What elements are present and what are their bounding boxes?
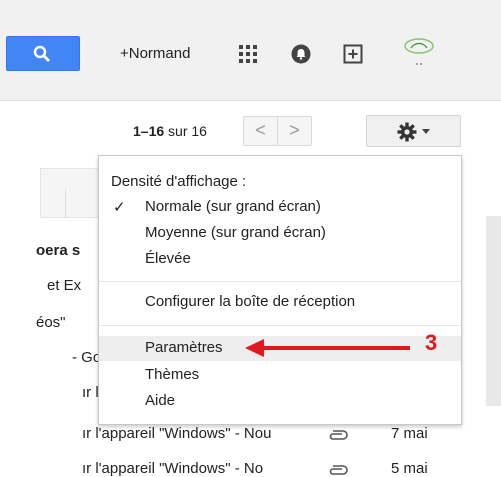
chevron-right-icon: > [289,120,300,140]
menu-item-configure-inbox[interactable]: Configurer la boîte de réception [99,291,461,313]
menu-divider [99,281,461,282]
density-heading: Densité d'affichage : [111,173,247,190]
pagination-range: 1–16 [133,123,165,139]
menu-item-density-high[interactable]: Élevée [99,248,461,270]
menu-item-density-medium[interactable]: Moyenne (sur grand écran) [99,222,461,244]
email-row-subject[interactable]: - Go [72,349,101,366]
email-row-subject[interactable]: oera s [36,242,80,259]
menu-item-label: Normale (sur grand écran) [145,198,321,215]
attachment-paperclip-icon [329,430,348,440]
header-divider [65,189,66,218]
menu-item-label: Aide [145,392,176,409]
menu-item-label: Thèmes [145,366,200,383]
email-row-date: 5 mai [391,460,428,477]
menu-item-density-normal[interactable]: ✓ Normale (sur grand écran) [99,196,461,218]
user-profile-link[interactable]: +Normand [120,45,190,62]
pagination-total: sur 16 [168,123,207,139]
top-header-bar: +Normand [0,0,501,101]
notifications-bell-icon[interactable] [291,44,311,64]
account-logo-graphic [404,38,434,65]
apps-grid-icon[interactable] [238,44,258,64]
settings-gear-button[interactable] [366,115,461,147]
email-row-subject[interactable]: et Ex [47,277,81,294]
settings-dropdown-menu: Densité d'affichage : ✓ Normale (sur gra… [98,155,462,425]
menu-item-themes[interactable]: Thèmes [99,364,461,386]
annotation-step-number: 3 [425,330,438,355]
email-row-subject[interactable]: ır l'appareil "Windows" - No [82,460,263,477]
newer-page-button[interactable]: < [243,116,278,146]
attachment-paperclip-icon [329,465,348,475]
share-plus-icon[interactable] [343,44,363,64]
chevron-left-icon: < [255,120,266,140]
scrollbar-track[interactable] [486,216,501,406]
menu-item-label: Configurer la boîte de réception [145,293,356,310]
chevron-down-icon [422,129,430,134]
older-page-button[interactable]: > [277,116,312,146]
search-icon [33,45,51,63]
account-logo[interactable] [397,34,445,74]
menu-item-label: Élevée [145,250,191,267]
email-row-subject[interactable]: ır l'appareil "Windows" - Nou [82,425,271,442]
search-button[interactable] [6,36,80,71]
email-row-date: 7 mai [391,425,428,442]
checkmark-icon: ✓ [113,199,126,216]
pagination-count: 1–16 sur 16 [133,123,207,139]
menu-item-help[interactable]: Aide [99,390,461,412]
annotation-arrow-line [262,346,410,350]
email-row-subject[interactable]: éos" [36,314,66,331]
menu-item-label: Paramètres [145,339,223,356]
menu-divider [99,325,461,326]
gear-icon [397,122,417,142]
menu-item-label: Moyenne (sur grand écran) [145,224,326,241]
